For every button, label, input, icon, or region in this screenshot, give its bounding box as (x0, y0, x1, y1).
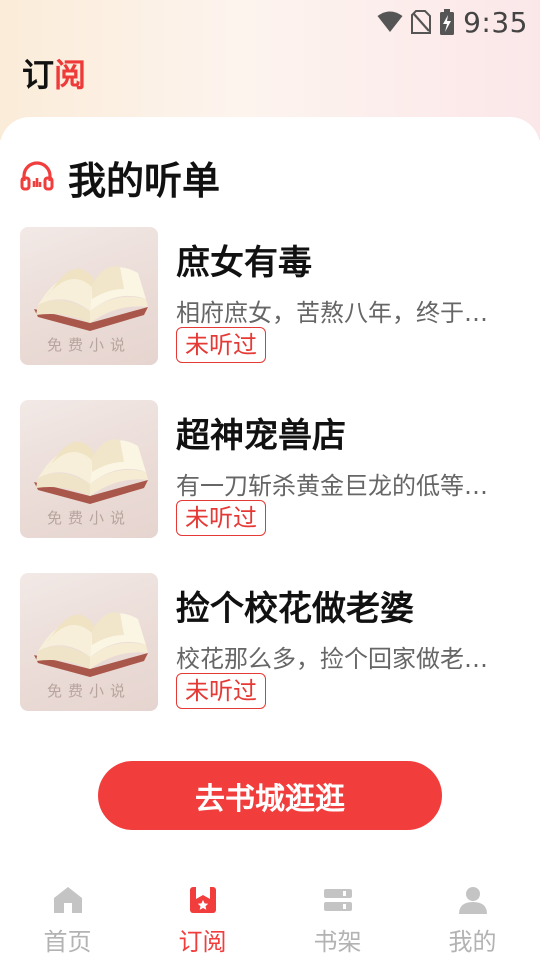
section-header: 我的听单 (20, 150, 220, 205)
status-badge: 未听过 (176, 327, 266, 363)
go-to-bookstore-button[interactable]: 去书城逛逛 (98, 761, 442, 830)
book-item-3[interactable]: 免费小说 捡个校花做老婆 校花那么多，捡个回家做老… 未听过 (20, 573, 520, 713)
book-cover[interactable]: 免费小说 (20, 400, 158, 538)
book-cover[interactable]: 免费小说 (20, 227, 158, 365)
tab-label: 首页 (43, 928, 92, 956)
book-item-1[interactable]: 免费小说 庶女有毒 相府庶女，苦熬八年，终于… 未听过 (20, 227, 520, 367)
book-description: 相府庶女，苦熬八年，终于… (176, 299, 488, 327)
status-bar: 9:35 (0, 0, 540, 44)
no-sim-icon (411, 10, 432, 34)
book-title[interactable]: 超神宠兽店 (176, 408, 346, 457)
battery-charging-icon (439, 9, 455, 35)
book-description: 有一刀斩杀黄金巨龙的低等… (176, 472, 488, 500)
section-title: 我的听单 (68, 159, 221, 203)
book-title[interactable]: 庶女有毒 (176, 235, 312, 284)
cover-watermark: 免费小说 (46, 336, 131, 354)
cover-watermark: 免费小说 (46, 682, 131, 700)
tab-bookshelf[interactable]: 书架 (270, 876, 405, 960)
status-badge: 未听过 (176, 673, 266, 709)
page-title: 订阅 (22, 50, 86, 96)
headphones-icon (20, 160, 54, 195)
cover-watermark: 免费小说 (46, 509, 131, 527)
home-icon (53, 886, 83, 918)
status-badge: 未听过 (176, 500, 266, 536)
tab-label: 我的 (448, 928, 497, 956)
book-description: 校花那么多，捡个回家做老… (176, 645, 488, 673)
book-cover[interactable]: 免费小说 (20, 573, 158, 711)
tab-home[interactable]: 首页 (0, 876, 135, 960)
tab-label: 订阅 (178, 928, 227, 956)
book-title[interactable]: 捡个校花做老婆 (176, 581, 414, 630)
page-title-part2: 阅 (54, 56, 87, 94)
book-item-2[interactable]: 免费小说 超神宠兽店 有一刀斩杀黄金巨龙的低等… 未听过 (20, 400, 520, 540)
tab-label: 书架 (313, 928, 362, 956)
bottom-tab-bar: 首页 订阅 书架 我的 (0, 876, 540, 960)
tab-mine[interactable]: 我的 (405, 876, 540, 960)
page-title-part1: 订 (22, 56, 55, 94)
wifi-icon (377, 11, 403, 33)
bookshelf-icon (323, 886, 353, 918)
bookmark-star-icon (189, 886, 217, 918)
person-icon (458, 886, 488, 918)
tab-subscribe[interactable]: 订阅 (135, 876, 270, 960)
status-time: 9:35 (463, 5, 528, 39)
